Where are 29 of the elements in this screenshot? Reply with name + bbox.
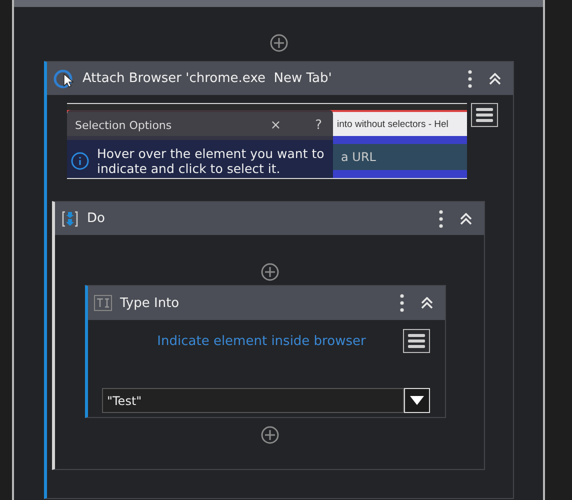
- add-activity-icon[interactable]: [260, 426, 278, 444]
- add-activity-icon[interactable]: [270, 34, 288, 52]
- menu-button[interactable]: [471, 103, 498, 127]
- more-options-icon[interactable]: [399, 293, 405, 313]
- text-cursor-icon: [94, 295, 112, 311]
- menu-icon: [476, 108, 493, 122]
- collapse-icon[interactable]: [488, 72, 500, 84]
- collapse-icon[interactable]: [460, 212, 472, 224]
- sequence-icon: [61, 210, 79, 228]
- close-button[interactable]: ×: [267, 118, 284, 132]
- browser-tab-title: into without selectors - Hel: [337, 118, 448, 130]
- globe-cursor-icon: [52, 68, 74, 88]
- caret-icon: [410, 396, 424, 405]
- info-icon: [71, 152, 89, 170]
- more-options-icon[interactable]: [466, 68, 472, 88]
- text-field[interactable]: "Test": [102, 388, 404, 413]
- activity-title: Attach Browser 'chrome.exe New Tab': [82, 71, 333, 86]
- menu-button[interactable]: [403, 329, 430, 353]
- help-button[interactable]: ?: [312, 118, 325, 132]
- activity-title: Do: [87, 211, 106, 226]
- dropdown-button[interactable]: [404, 388, 430, 413]
- activity-title: Type Into: [120, 296, 180, 310]
- indicate-element-link[interactable]: Indicate element inside browser: [102, 334, 403, 348]
- popup-message: Hover over the element you want to indicate and click to select it.: [97, 146, 326, 176]
- collapse-icon[interactable]: [421, 297, 433, 309]
- more-options-icon[interactable]: [438, 208, 444, 228]
- add-activity-icon[interactable]: [260, 263, 278, 281]
- popup-title: Selection Options: [75, 118, 173, 132]
- menu-icon: [408, 334, 425, 348]
